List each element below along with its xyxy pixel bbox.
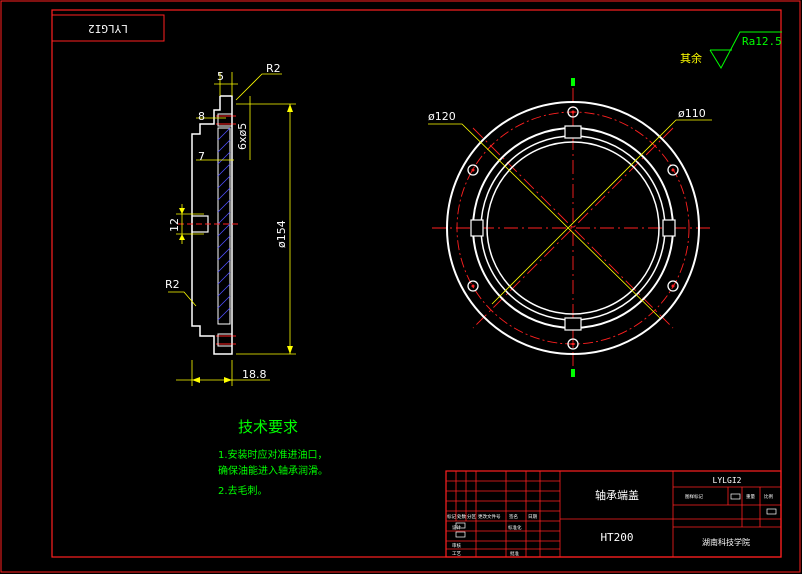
label-standardize: 标准化 — [508, 524, 522, 531]
dim-slot-height: 12 — [168, 218, 181, 232]
dim-top-width: 5 — [217, 70, 224, 83]
dim-overall-width: 18.8 — [242, 368, 267, 381]
dim-diameter: ø154 — [275, 220, 288, 248]
label-signature: 签名 — [509, 513, 518, 520]
dim-inner-diameter: ø110 — [678, 107, 706, 120]
label-division: 分区 — [467, 513, 476, 520]
dim-outer-diameter: ø120 — [428, 110, 456, 123]
label-weight: 重量 — [746, 493, 755, 500]
code-stamp-text: LYLGI2 — [88, 22, 128, 35]
label-marks: 标记 — [447, 513, 456, 520]
label-design: 设计 — [452, 524, 461, 531]
title-block: 轴承端盖 HT200 LYLGI2 湖南科技学院 标记 处数 分区 更改文件号 … — [445, 470, 782, 558]
part-name: 轴承端盖 — [595, 488, 639, 502]
label-date: 日期 — [528, 514, 537, 520]
front-view: ø120 ø110 — [428, 78, 712, 377]
tech-requirements: 技术要求 1.安装时应对准进油口， 确保油能进入轴承润滑。 2.去毛刺。 — [218, 418, 328, 497]
code-stamp: LYLGI2 — [51, 14, 165, 42]
surface-finish: 其余 Ra12.5 — [680, 31, 782, 70]
dim-step-width: 8 — [198, 110, 205, 123]
dim-fillet-top: R2 — [266, 62, 281, 75]
dim-step-depth: 7 — [198, 150, 205, 163]
label-count: 处数 — [457, 513, 466, 520]
drawing-canvas: LYLGI2 其余 Ra12.5 5 R2 8 6xø5 7 12 ø154 R… — [0, 0, 801, 573]
school-name: 湖南科技学院 — [702, 537, 750, 547]
side-section-view: 5 R2 8 6xø5 7 12 ø154 R2 18.8 — [165, 62, 296, 386]
tech-line-2: 确保油能进入轴承润滑。 — [218, 464, 328, 477]
surface-finish-value: Ra12.5 — [742, 35, 782, 48]
label-approve: 批准 — [510, 550, 519, 557]
label-scale: 比例 — [764, 493, 773, 500]
title-drawing-code: LYLGI2 — [713, 476, 742, 485]
label-stage-mark: 图样标记 — [685, 493, 703, 500]
inner-border — [51, 9, 782, 558]
label-change-doc: 更改文件号 — [478, 513, 501, 520]
label-review: 审核 — [452, 542, 461, 549]
surface-finish-label: 其余 — [680, 51, 702, 65]
label-process: 工艺 — [452, 551, 461, 557]
outer-border — [0, 0, 801, 573]
tech-title: 技术要求 — [238, 418, 298, 436]
tech-line-3: 2.去毛刺。 — [218, 485, 268, 497]
material: HT200 — [600, 531, 633, 544]
dim-hole-spec: 6xø5 — [236, 123, 249, 150]
dim-fillet-bottom: R2 — [165, 278, 180, 291]
tech-line-1: 1.安装时应对准进油口， — [218, 448, 328, 461]
